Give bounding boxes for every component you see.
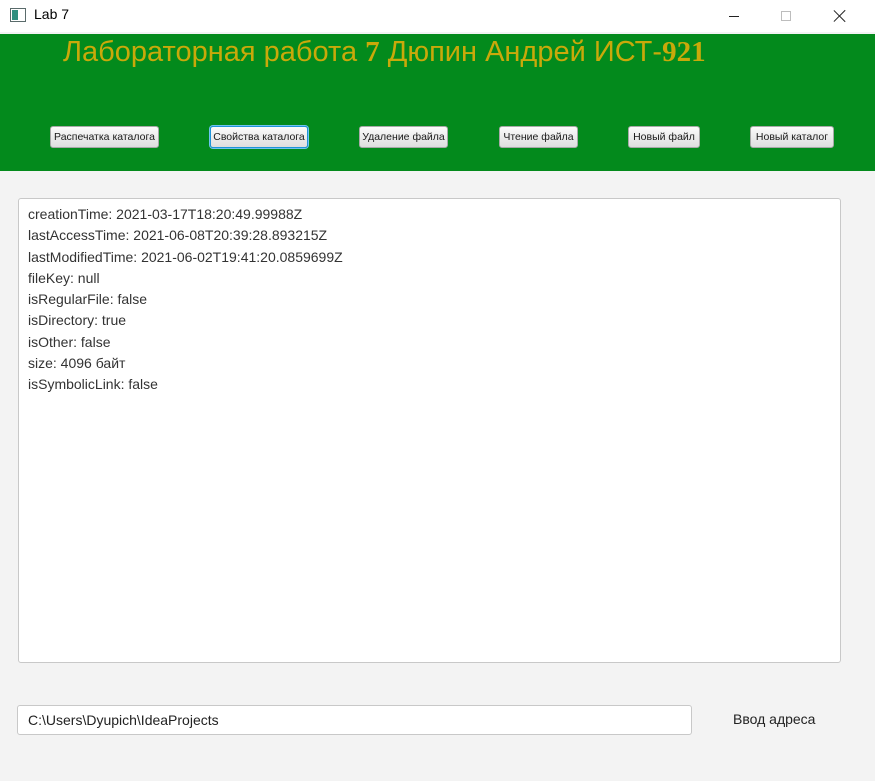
new-file-button[interactable]: Новый файл bbox=[628, 126, 700, 148]
output-line: isSymbolicLink: false bbox=[28, 376, 158, 393]
header-bar: Лабораторная работа 7 Дюпин Андрей ИСТ-9… bbox=[0, 34, 875, 171]
window-app-icon bbox=[10, 8, 26, 22]
output-line: lastModifiedTime: 2021-06-02T19:41:20.08… bbox=[28, 248, 343, 265]
output-line: fileKey: null bbox=[28, 269, 100, 286]
page-title: Лабораторная работа 7 Дюпин Андрей ИСТ-9… bbox=[63, 34, 706, 70]
catalog-properties-button[interactable]: Свойства каталога bbox=[210, 126, 308, 148]
output-line: isOther: false bbox=[28, 333, 111, 350]
print-catalog-button[interactable]: Распечатка каталога bbox=[50, 126, 159, 148]
minimize-button[interactable] bbox=[711, 0, 757, 32]
app-window: Lab 7 Лабораторная работа 7 Дюпин Андрей… bbox=[0, 0, 875, 781]
output-line: isDirectory: true bbox=[28, 312, 127, 329]
title-text-2: Дюпин Андрей ИСТ- bbox=[379, 36, 663, 68]
output-line: lastAccessTime: 2021-06-08T20:39:28.8932… bbox=[28, 227, 328, 244]
maximize-icon bbox=[781, 11, 791, 21]
address-input[interactable]: C:\Users\Dyupich\IdeaProjects bbox=[17, 705, 692, 735]
close-icon bbox=[833, 9, 847, 23]
title-group-number: 921 bbox=[662, 36, 706, 68]
output-line: creationTime: 2021-03-17T18:20:49.99988Z bbox=[28, 206, 303, 222]
new-catalog-button[interactable]: Новый каталог bbox=[750, 126, 834, 148]
title-text-1: Лабораторная работа bbox=[63, 36, 366, 68]
title-bar: Lab 7 bbox=[0, 0, 875, 32]
delete-file-button[interactable]: Удаление файла bbox=[359, 126, 448, 148]
maximize-button[interactable] bbox=[763, 0, 809, 32]
minimize-icon bbox=[729, 15, 739, 17]
output-text-area[interactable]: creationTime: 2021-03-17T18:20:49.99988Z… bbox=[18, 198, 841, 663]
read-file-button[interactable]: Чтение файла bbox=[499, 126, 578, 148]
output-line: isRegularFile: false bbox=[28, 291, 148, 308]
output-line: size: 4096 байт bbox=[28, 355, 126, 372]
address-label: Ввод адреса bbox=[733, 711, 816, 727]
window-title: Lab 7 bbox=[34, 6, 70, 22]
close-button[interactable] bbox=[817, 0, 863, 32]
title-lab-number: 7 bbox=[365, 36, 380, 68]
